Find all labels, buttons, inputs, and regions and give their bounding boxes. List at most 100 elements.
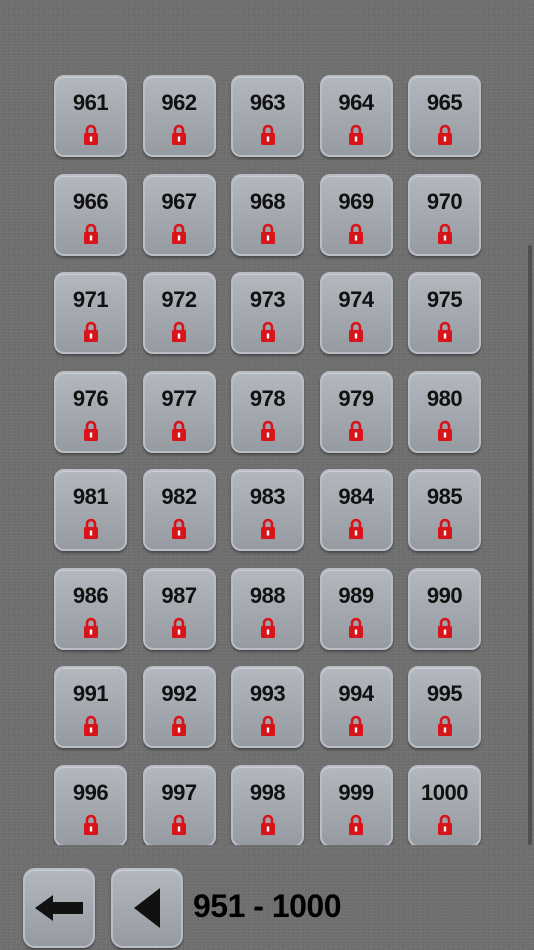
level-tile[interactable]: 964 — [319, 75, 393, 157]
padlock-icon — [83, 420, 98, 441]
level-tile[interactable]: 965 — [408, 75, 481, 157]
level-number: 998 — [249, 779, 286, 805]
padlock-icon — [260, 420, 275, 441]
level-tile[interactable]: 962 — [142, 75, 216, 157]
padlock-icon — [260, 321, 275, 342]
level-number: 961 — [72, 90, 109, 115]
padlock-icon — [260, 715, 275, 736]
padlock-icon — [349, 518, 363, 539]
level-grid-viewport[interactable]: 961 962 963 964 965 966 967 968 969 970 971 972 973 9… — [0, 75, 534, 845]
level-number: 968 — [249, 188, 286, 214]
level-number: 993 — [249, 681, 286, 706]
level-tile[interactable]: 961 — [54, 75, 127, 157]
level-number: 982 — [161, 484, 197, 509]
padlock-icon — [437, 715, 452, 736]
padlock-icon — [83, 518, 98, 539]
level-number: 988 — [249, 582, 286, 608]
level-tile[interactable]: 996 — [54, 764, 127, 845]
previous-page-button[interactable] — [111, 868, 183, 948]
level-number: 974 — [338, 287, 374, 312]
level-tile[interactable]: 969 — [319, 173, 393, 256]
level-tile[interactable]: 970 — [408, 173, 481, 256]
level-tile[interactable]: 999 — [319, 764, 393, 845]
padlock-icon — [172, 223, 186, 244]
level-tile[interactable]: 987 — [142, 567, 216, 650]
level-tile[interactable]: 981 — [54, 469, 127, 551]
padlock-icon — [349, 617, 363, 638]
level-number: 962 — [161, 90, 197, 115]
padlock-icon — [172, 518, 186, 539]
padlock-icon — [172, 617, 186, 638]
padlock-icon — [260, 814, 275, 835]
level-number: 966 — [72, 188, 109, 214]
padlock-icon — [349, 124, 363, 145]
padlock-icon — [83, 715, 98, 736]
level-tile[interactable]: 990 — [408, 567, 481, 650]
level-tile[interactable]: 994 — [319, 666, 393, 748]
level-tile[interactable]: 979 — [319, 370, 393, 453]
level-number: 995 — [426, 681, 463, 706]
padlock-icon — [437, 124, 452, 145]
level-number: 971 — [72, 287, 109, 312]
padlock-icon — [260, 124, 275, 145]
padlock-icon — [349, 321, 363, 342]
level-tile[interactable]: 973 — [231, 272, 304, 354]
level-tile[interactable]: 977 — [142, 370, 216, 453]
level-tile[interactable]: 971 — [54, 272, 127, 354]
level-tile[interactable]: 998 — [231, 764, 304, 845]
level-tile[interactable]: 968 — [231, 173, 304, 256]
level-tile[interactable]: 985 — [408, 469, 481, 551]
padlock-icon — [437, 814, 452, 835]
padlock-icon — [172, 321, 186, 342]
level-tile[interactable]: 982 — [142, 469, 216, 551]
padlock-icon — [172, 420, 186, 441]
level-tile[interactable]: 997 — [142, 764, 216, 845]
scrollbar[interactable] — [528, 245, 532, 845]
level-tile[interactable]: 975 — [408, 272, 481, 354]
padlock-icon — [349, 223, 363, 244]
back-button[interactable] — [23, 868, 95, 948]
arrow-left-icon — [35, 895, 83, 921]
level-tile[interactable]: 988 — [231, 567, 304, 650]
padlock-icon — [83, 124, 98, 145]
level-tile[interactable]: 989 — [319, 567, 393, 650]
level-number: 991 — [72, 681, 109, 706]
padlock-icon — [437, 321, 452, 342]
level-tile[interactable]: 995 — [408, 666, 481, 748]
level-number: 999 — [338, 779, 374, 805]
level-tile[interactable]: 986 — [54, 567, 127, 650]
padlock-icon — [437, 518, 452, 539]
level-number: 980 — [426, 385, 463, 411]
level-number: 970 — [426, 188, 463, 214]
level-number: 986 — [72, 582, 109, 608]
padlock-icon — [83, 321, 98, 342]
level-number: 992 — [161, 681, 197, 706]
padlock-icon — [260, 518, 275, 539]
level-tile[interactable]: 980 — [408, 370, 481, 453]
level-tile[interactable]: 966 — [54, 173, 127, 256]
level-tile[interactable]: 991 — [54, 666, 127, 748]
level-tile[interactable]: 967 — [142, 173, 216, 256]
padlock-icon — [172, 124, 186, 145]
padlock-icon — [83, 223, 98, 244]
padlock-icon — [172, 814, 186, 835]
level-tile[interactable]: 984 — [319, 469, 393, 551]
level-number: 975 — [426, 287, 463, 312]
level-tile[interactable]: 963 — [231, 75, 304, 157]
level-tile[interactable]: 978 — [231, 370, 304, 453]
level-tile[interactable]: 972 — [142, 272, 216, 354]
level-number: 997 — [161, 779, 197, 805]
level-number: 973 — [249, 287, 286, 312]
level-number: 994 — [338, 681, 374, 706]
level-number: 978 — [249, 385, 286, 411]
level-tile[interactable]: 974 — [319, 272, 393, 354]
level-grid: 961 962 963 964 965 966 967 968 969 970 971 972 973 9… — [54, 75, 481, 845]
level-tile[interactable]: 1000 — [408, 764, 481, 845]
level-tile[interactable]: 992 — [142, 666, 216, 748]
level-tile[interactable]: 976 — [54, 370, 127, 453]
level-tile[interactable]: 993 — [231, 666, 304, 748]
level-number: 981 — [72, 484, 109, 509]
level-tile[interactable]: 983 — [231, 469, 304, 551]
level-number: 964 — [338, 90, 374, 115]
level-number: 979 — [338, 385, 374, 411]
